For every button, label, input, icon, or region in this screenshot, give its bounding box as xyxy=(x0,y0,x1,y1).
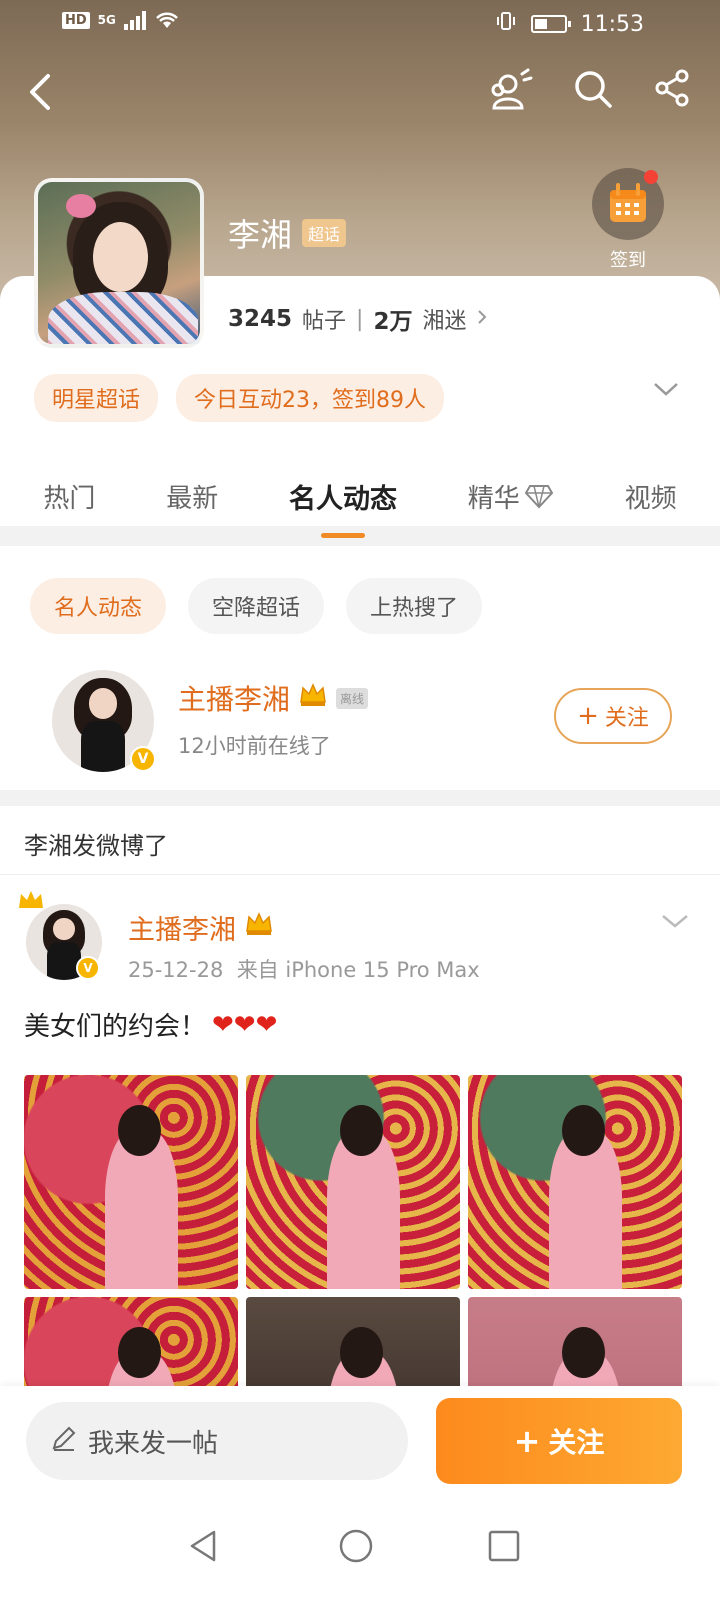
fans-count: 2万 xyxy=(373,309,413,335)
subfilter-celebrity[interactable]: 名人动态 xyxy=(30,578,167,634)
status-bar: HD 5G 11:53 xyxy=(0,0,720,48)
system-navigation-bar xyxy=(0,1506,720,1600)
topic-avatar[interactable] xyxy=(34,178,204,348)
section-label: 李湘发微博了 xyxy=(24,832,168,860)
crown-icon xyxy=(244,911,274,944)
post-menu-chevron-icon[interactable] xyxy=(660,912,690,934)
verified-badge: V xyxy=(130,746,156,772)
checkin-label: 签到 xyxy=(610,250,646,271)
clock: 11:53 xyxy=(580,11,644,37)
section-divider-2 xyxy=(0,790,720,806)
post-image[interactable] xyxy=(24,1075,238,1289)
pill-star-topic[interactable]: 明星超话 xyxy=(34,374,159,422)
tab-hot[interactable]: 热门 xyxy=(39,478,99,515)
topic-stats: 3245 帖子 | 2万 湘迷 xyxy=(228,302,488,336)
topic-name: 李湘 xyxy=(228,216,293,254)
celebrity-row[interactable]: V 主播李湘 离线 12小时前在线了 + 关注 xyxy=(0,670,720,790)
post-image[interactable] xyxy=(468,1075,682,1289)
nav-recents-icon[interactable] xyxy=(486,1526,520,1570)
wifi-icon xyxy=(154,10,180,30)
tab-celebrity[interactable]: 名人动态 xyxy=(285,477,401,516)
stats-separator: | xyxy=(356,306,364,332)
super-topic-tag: 超话 xyxy=(302,219,347,247)
bottom-action-bar: 我来发一帖 + 关注 xyxy=(0,1386,720,1506)
nav-back-icon[interactable] xyxy=(186,1526,220,1570)
hd-indicator: HD xyxy=(62,11,90,29)
group-users-icon[interactable] xyxy=(488,68,534,114)
post-source: 来自 iPhone 15 Pro Max xyxy=(236,958,480,982)
checkin-button[interactable]: 签到 xyxy=(590,168,666,272)
post-date: 25-12-28 xyxy=(128,958,224,982)
network-type: 5G xyxy=(97,13,116,27)
plus-icon: + xyxy=(513,1422,541,1460)
heart-icons: ❤❤❤ xyxy=(212,1009,278,1040)
subfilter-trending[interactable]: 上热搜了 xyxy=(346,578,483,634)
fans-label[interactable]: 湘迷 xyxy=(422,303,466,335)
share-icon[interactable] xyxy=(652,68,692,114)
signal-icon xyxy=(123,10,146,30)
chevron-down-icon[interactable] xyxy=(652,380,680,402)
notification-dot xyxy=(644,170,658,184)
tab-featured-label: 精华 xyxy=(467,483,520,514)
follow-celebrity-button[interactable]: + 关注 xyxy=(554,688,672,744)
verified-badge: V xyxy=(76,956,100,980)
post-meta: 25-12-28 来自 iPhone 15 Pro Max xyxy=(128,954,480,984)
chevron-right-icon[interactable] xyxy=(476,307,488,332)
post-author-name[interactable]: 主播李湘 xyxy=(128,908,236,947)
posts-label: 帖子 xyxy=(302,309,347,334)
tab-video[interactable]: 视频 xyxy=(621,478,681,515)
offline-badge: 离线 xyxy=(336,687,369,709)
post-image[interactable] xyxy=(246,1075,460,1289)
compose-label: 我来发一帖 xyxy=(88,1428,219,1459)
subfilter-airdrop[interactable]: 空降超话 xyxy=(188,578,325,634)
follow-topic-label: 关注 xyxy=(548,1426,605,1459)
divider-line xyxy=(0,874,720,875)
top-navigation xyxy=(0,62,720,122)
celebrity-name[interactable]: 主播李湘 xyxy=(178,678,290,718)
compose-post-button[interactable]: 我来发一帖 xyxy=(26,1402,408,1480)
subfilter-bar: 名人动态 空降超话 上热搜了 xyxy=(30,578,483,634)
last-online-text: 12小时前在线了 xyxy=(178,734,331,758)
vibrate-icon xyxy=(495,10,517,38)
diamond-icon xyxy=(524,485,554,509)
nav-home-icon[interactable] xyxy=(336,1526,376,1570)
pencil-icon xyxy=(50,1424,78,1459)
follow-topic-button[interactable]: + 关注 xyxy=(436,1398,682,1484)
tab-bar: 热门 最新 名人动态 精华 视频 xyxy=(0,466,720,526)
post-body: 美女们的约会！ xyxy=(24,1012,207,1042)
plus-icon: + xyxy=(577,701,599,731)
tab-featured[interactable]: 精华 xyxy=(464,478,558,515)
search-icon[interactable] xyxy=(572,68,614,114)
back-arrow-icon[interactable] xyxy=(22,68,62,116)
pill-interaction-summary[interactable]: 今日互动23，签到89人 xyxy=(176,374,445,422)
post-text: 美女们的约会！ ❤❤❤ xyxy=(24,1006,277,1043)
follow-celebrity-label: 关注 xyxy=(604,706,649,731)
crown-icon xyxy=(298,682,328,715)
tab-latest[interactable]: 最新 xyxy=(162,478,222,515)
posts-count: 3245 xyxy=(228,306,293,332)
battery-icon xyxy=(530,15,571,33)
